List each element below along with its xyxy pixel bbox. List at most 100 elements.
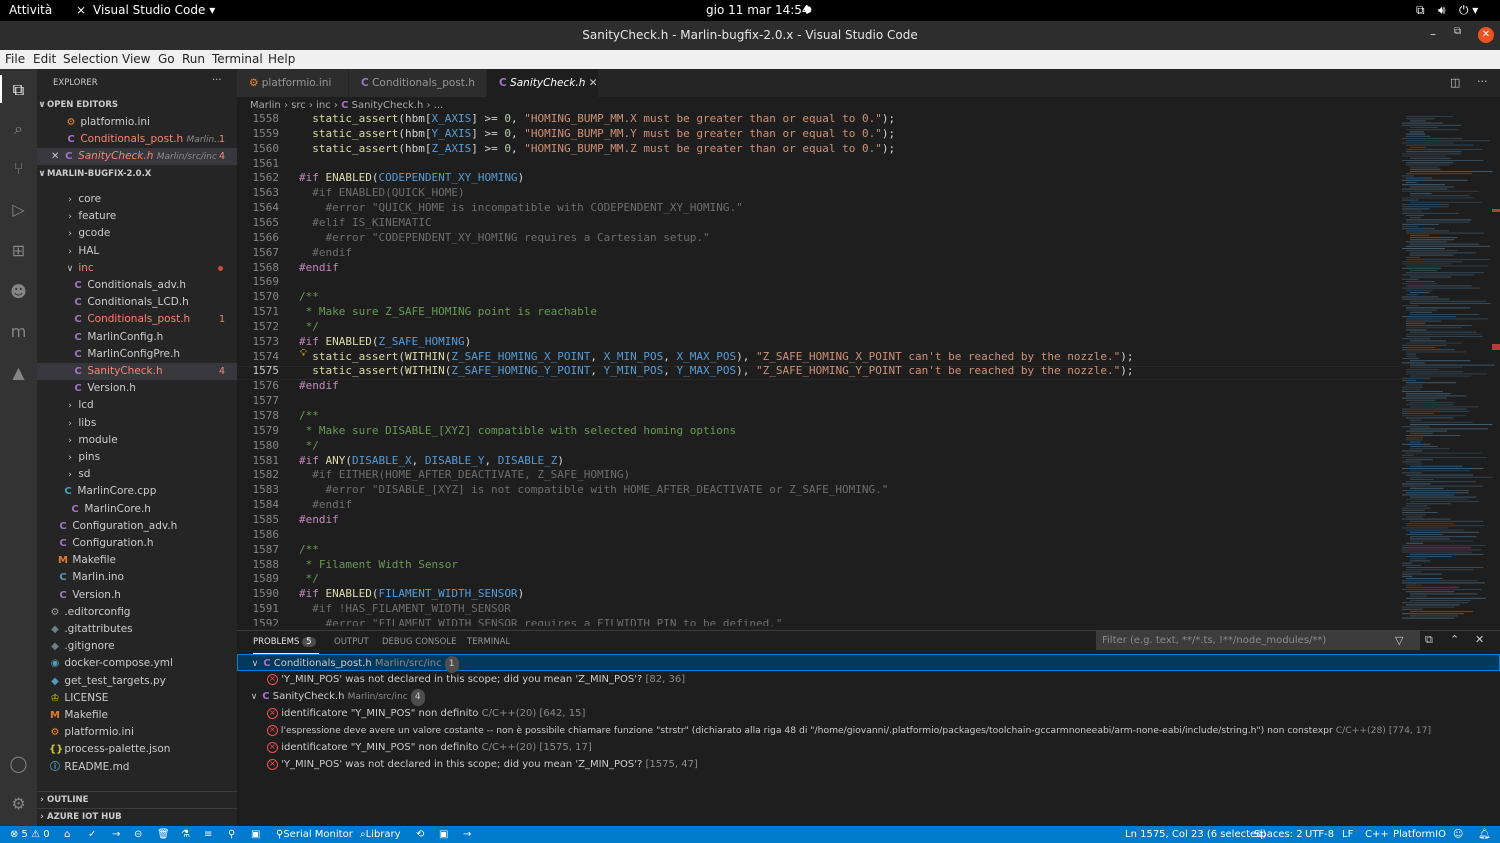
accounts-icon[interactable]: ◯: [8, 753, 29, 774]
code-line[interactable]: #error "QUICK_HOME is incompatible with …: [299, 201, 742, 214]
trash-icon[interactable]: 🗑︎: [157, 826, 170, 843]
close-editor-icon[interactable]: ✕: [51, 151, 59, 162]
menu-selection[interactable]: Selection: [63, 52, 118, 66]
folder-item[interactable]: ∨ inc: [37, 260, 237, 277]
code-line[interactable]: #error "FILAMENT_WIDTH_SENSOR requires a…: [299, 617, 782, 626]
problem-item[interactable]: × identificatore "Y_MIN_POS" non definit…: [237, 739, 1500, 756]
upload-arrow-icon[interactable]: →: [112, 826, 120, 843]
file-item[interactable]: M Makefile: [37, 707, 237, 724]
file-item[interactable]: ◆ get_test_targets.py: [37, 673, 237, 690]
breadcrumb-item[interactable]: inc: [316, 100, 331, 111]
code-line[interactable]: #if ENABLED(CODEPENDENT_XY_HOMING): [299, 171, 524, 184]
menu-view[interactable]: View: [122, 52, 150, 66]
marlin-icon[interactable]: m: [8, 321, 29, 342]
file-item[interactable]: C Marlin.ino: [37, 569, 237, 586]
folder-item[interactable]: › libs: [37, 415, 237, 432]
build-check-icon[interactable]: ✓: [88, 826, 96, 843]
tab-terminal[interactable]: TERMINAL: [467, 637, 510, 647]
library-button[interactable]: ⌕ Library: [360, 826, 401, 843]
file-item[interactable]: C Conditionals_LCD.h: [37, 294, 237, 311]
menu-help[interactable]: Help: [268, 52, 295, 66]
code-line[interactable]: */: [299, 572, 319, 585]
file-item[interactable]: C Configuration_adv.h: [37, 518, 237, 535]
folder-item[interactable]: › lcd: [37, 397, 237, 414]
code-line[interactable]: #if EITHER(HOME_AFTER_DEACTIVATE, Z_SAFE…: [299, 468, 630, 481]
file-item[interactable]: ⚙ .editorconfig: [37, 604, 237, 621]
code-line[interactable]: #elif IS_KINEMATIC: [299, 216, 431, 229]
search-icon[interactable]: ⌕: [8, 118, 29, 139]
feedback-icon[interactable]: ☺: [1453, 826, 1463, 843]
arrow-right-icon[interactable]: →: [463, 826, 471, 843]
minimize-icon[interactable]: –: [1430, 27, 1436, 41]
settings-gear-icon[interactable]: ⚙: [8, 793, 29, 814]
breadcrumb-item[interactable]: ...: [434, 100, 444, 111]
file-item[interactable]: C Conditionals_adv.h: [37, 277, 237, 294]
code-line[interactable]: * Filament Width Sensor: [299, 558, 458, 571]
code-line[interactable]: #if ENABLED(Z_SAFE_HOMING): [299, 335, 471, 348]
clock[interactable]: gio 11 mar 14:54: [706, 3, 810, 17]
file-item[interactable]: M Makefile: [37, 552, 237, 569]
tab-output[interactable]: OUTPUT: [334, 637, 369, 647]
file-item[interactable]: C MarlinCore.h: [37, 501, 237, 518]
breadcrumb-item[interactable]: Marlin: [250, 100, 281, 111]
terminal-icon[interactable]: ▣: [251, 826, 260, 843]
extensions-icon[interactable]: ⊞: [8, 240, 29, 261]
tab-problems[interactable]: PROBLEMS 5: [253, 637, 316, 647]
tab-debug-console[interactable]: DEBUG CONSOLE: [382, 637, 456, 647]
outline-header[interactable]: › OUTLINE: [37, 792, 237, 809]
menu-file[interactable]: File: [5, 52, 25, 66]
menu-run[interactable]: Run: [182, 52, 205, 66]
encoding[interactable]: UTF-8: [1305, 826, 1334, 843]
list-icon[interactable]: ≡: [204, 826, 212, 843]
volume-icon[interactable]: 🔊︎: [1438, 3, 1446, 18]
folder-item[interactable]: › module: [37, 432, 237, 449]
folder-item[interactable]: › core: [37, 191, 237, 208]
close-window-icon[interactable]: ✕: [1478, 27, 1494, 43]
menu-edit[interactable]: Edit: [33, 52, 56, 66]
file-item[interactable]: ♔ LICENSE: [37, 690, 237, 707]
file-item[interactable]: C Version.h: [37, 587, 237, 604]
file-item[interactable]: ◉ docker-compose.yml: [37, 655, 237, 672]
code-line[interactable]: #error "DISABLE_[XYZ] is not compatible …: [299, 483, 888, 496]
problems-status[interactable]: ⊗ 5 ⚠ 0: [10, 826, 50, 843]
project-header[interactable]: ∨MARLIN-BUGFIX-2.0.X: [37, 166, 237, 183]
platformio-icon[interactable]: ☻: [8, 281, 29, 302]
problem-group-row[interactable]: ∨ C SanityCheck.h Marlin/src/inc 4: [237, 688, 1500, 706]
app-menu-button[interactable]: Visual Studio Code ▾: [93, 3, 215, 17]
problem-item[interactable]: × l'espressione deve avere un valore cos…: [237, 722, 1500, 739]
problem-item[interactable]: × identificatore "Y_MIN_POS" non definit…: [237, 705, 1500, 722]
code-line[interactable]: #endif: [299, 498, 352, 511]
code-line[interactable]: */: [299, 320, 319, 333]
activities-button[interactable]: Attività: [9, 3, 52, 17]
folder-item[interactable]: › feature: [37, 208, 237, 225]
code-editor[interactable]: 1558 static_assert(hbm[X_AXIS] >= 0, "HO…: [237, 114, 1400, 626]
code-line[interactable]: #error "CODEPENDENT_XY_HOMING requires a…: [299, 231, 709, 244]
clean-icon[interactable]: ⊝: [134, 826, 142, 843]
code-line[interactable]: #if ENABLED(FILAMENT_WIDTH_SENSOR): [299, 587, 524, 600]
problem-group-row[interactable]: ∨ C Conditionals_post.h Marlin/src/inc 1: [237, 654, 1500, 673]
end-of-line[interactable]: LF: [1342, 826, 1353, 843]
tab-conditionals-post[interactable]: C Conditionals_post.h: [349, 69, 487, 97]
code-line[interactable]: /**: [299, 543, 319, 556]
code-line[interactable]: */: [299, 439, 319, 452]
open-editors-header[interactable]: ∨OPEN EDITORS: [37, 97, 237, 114]
code-line[interactable]: #if !HAS_FILAMENT_WIDTH_SENSOR: [299, 602, 511, 615]
code-line[interactable]: * Make sure Z_SAFE_HOMING point is reach…: [299, 305, 597, 318]
run-debug-icon[interactable]: ▷: [8, 199, 29, 220]
code-line[interactable]: static_assert(WITHIN(Z_SAFE_HOMING_X_POI…: [299, 350, 1133, 363]
filter-icon[interactable]: ▽: [1395, 634, 1403, 647]
folder-item[interactable]: › sd: [37, 466, 237, 483]
code-line[interactable]: /**: [299, 409, 319, 422]
notifications-bell-icon[interactable]: 🔔︎: [1478, 826, 1491, 843]
maximize-panel-icon[interactable]: ⌃: [1450, 633, 1459, 646]
collapse-all-icon[interactable]: ⧉: [1425, 633, 1433, 647]
test-flask-icon[interactable]: ⚗: [181, 826, 190, 843]
split-editor-icon[interactable]: ◫: [1450, 76, 1460, 89]
menu-go[interactable]: Go: [158, 52, 175, 66]
code-line[interactable]: #endif: [299, 261, 339, 274]
azure-icon[interactable]: ▲: [8, 362, 29, 383]
file-item[interactable]: C Version.h: [37, 380, 237, 397]
network-icon[interactable]: ⧉: [1416, 3, 1425, 18]
explorer-icon[interactable]: ⧉: [8, 79, 29, 100]
file-item[interactable]: ◆ .gitattributes: [37, 621, 237, 638]
